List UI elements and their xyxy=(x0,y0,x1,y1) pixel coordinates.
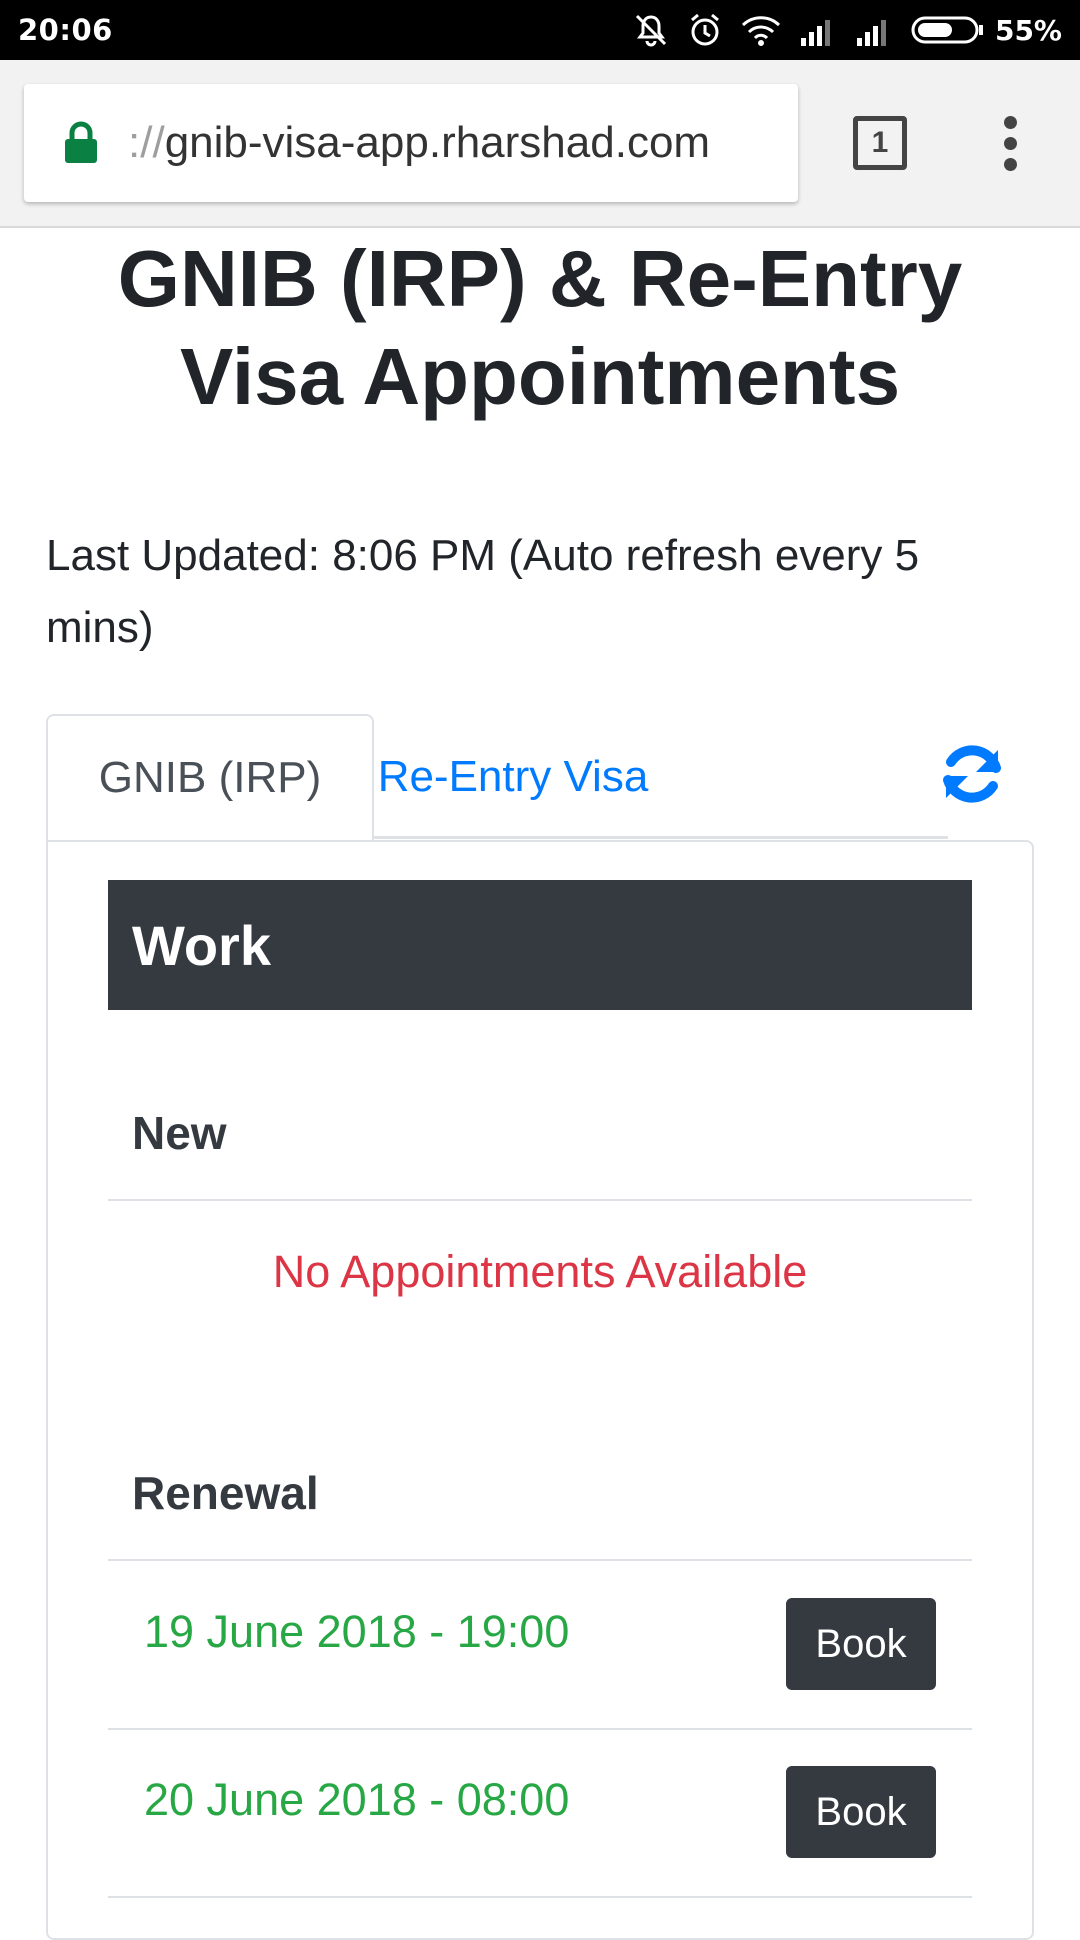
no-appointments-message: No Appointments Available xyxy=(272,1246,808,1297)
status-time: 20:06 xyxy=(18,13,113,47)
page-title: GNIB (IRP) & Re-Entry Visa Appointments xyxy=(0,230,1080,426)
battery-percent: 55% xyxy=(994,13,1062,47)
last-updated-text: Last Updated: 8:06 PM (Auto refresh ever… xyxy=(46,520,1046,664)
appointment-tabs: GNIB (IRP) Re-Entry Visa xyxy=(46,714,1036,840)
status-icons: 55% xyxy=(633,12,1062,48)
last-updated-line-1: Last Updated: 8:06 PM (Auto refresh ever… xyxy=(46,531,920,580)
category-header: Work xyxy=(108,880,972,1010)
page-title-line-1: GNIB (IRP) & Re-Entry xyxy=(117,234,963,323)
battery-icon xyxy=(911,16,983,44)
tab-switcher-button[interactable]: 1 xyxy=(853,116,907,170)
appointment-slot-time: 20 June 2018 - 08:00 xyxy=(144,1774,570,1825)
lock-icon xyxy=(65,121,97,163)
page-title-line-2: Visa Appointments xyxy=(179,332,901,421)
alarm-icon xyxy=(691,13,719,46)
signal-icon xyxy=(800,20,830,46)
url-scheme: :// xyxy=(128,118,165,167)
appointment-slot-time: 19 June 2018 - 19:00 xyxy=(144,1606,570,1657)
url-host: gnib-visa-app.rharshad.com xyxy=(164,118,711,167)
tab-gnib-irp[interactable]: GNIB (IRP) xyxy=(46,714,374,840)
battery-status: 55% xyxy=(911,14,1062,47)
divider xyxy=(108,1896,972,1898)
refresh-icon[interactable] xyxy=(936,738,1008,810)
divider xyxy=(108,1559,972,1561)
url-text: ://gnib-visa-app.rharshad.com xyxy=(128,118,710,168)
divider xyxy=(108,1728,972,1730)
section-label-renewal: Renewal xyxy=(132,1467,319,1519)
tab-divider xyxy=(374,836,948,839)
divider xyxy=(108,1199,972,1201)
browser-toolbar: ://gnib-visa-app.rharshad.com 1 xyxy=(0,60,1080,228)
mute-icon xyxy=(635,14,667,47)
signal-icon xyxy=(856,20,886,46)
more-options-icon[interactable] xyxy=(1000,116,1020,176)
status-bar: 20:06 55% xyxy=(0,0,1080,60)
book-button[interactable]: Book xyxy=(786,1766,936,1858)
last-updated-line-2: mins) xyxy=(46,603,154,652)
book-button[interactable]: Book xyxy=(786,1598,936,1690)
tab-re-entry-visa[interactable]: Re-Entry Visa xyxy=(374,714,652,840)
address-bar[interactable]: ://gnib-visa-app.rharshad.com xyxy=(24,84,798,202)
section-label-new: New xyxy=(132,1107,227,1159)
wifi-icon xyxy=(741,16,781,46)
